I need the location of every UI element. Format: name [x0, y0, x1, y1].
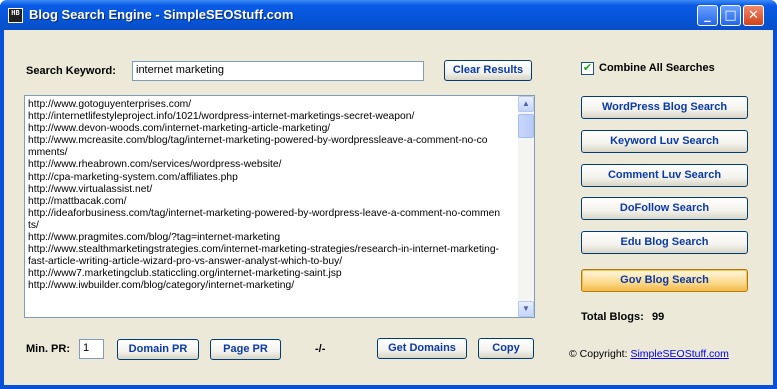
minimize-button[interactable]: _ [697, 5, 718, 26]
list-item[interactable]: http://www.mcreasite.com/blog/tag/intern… [28, 135, 518, 147]
list-item[interactable]: http://mattbacak.com/ [28, 196, 518, 208]
copyright-text: © Copyright: SimpleSEOStuff.com [569, 348, 729, 360]
list-item[interactable]: http://ideaforbusiness.com/tag/internet-… [28, 208, 518, 220]
page-pr-button[interactable]: Page PR [210, 339, 281, 360]
list-item[interactable]: http://cpa-marketing-system.com/affiliat… [28, 172, 518, 184]
list-item[interactable]: http://www.stealthmarketingstrategies.co… [28, 244, 518, 256]
combine-searches-checkbox[interactable]: ✔ [581, 62, 594, 75]
list-item[interactable]: fast-article-writing-article-wizard-pro-… [28, 256, 518, 268]
list-item[interactable]: http://www7.marketingclub.staticcling.or… [28, 268, 518, 280]
maximize-button[interactable]: □ [720, 5, 741, 26]
vertical-scrollbar[interactable]: ▲ ▼ [518, 96, 534, 317]
title-bar[interactable]: HB Blog Search Engine - SimpleSEOStuff.c… [0, 0, 777, 30]
list-item[interactable]: mments/ [28, 147, 518, 159]
copyright-link[interactable]: SimpleSEOStuff.com [630, 348, 728, 360]
wordpress-blog-search-button[interactable]: WordPress Blog Search [581, 96, 748, 119]
search-keyword-label: Search Keyword: [26, 65, 116, 77]
window-title: Blog Search Engine - SimpleSEOStuff.com [29, 7, 294, 22]
list-item[interactable]: http://www.iwbuilder.com/blog/category/i… [28, 280, 518, 292]
search-keyword-input[interactable]: internet marketing [132, 61, 424, 81]
scroll-up-icon[interactable]: ▲ [518, 96, 534, 112]
list-item[interactable]: http://www.gotoguyenterprises.com/ [28, 99, 518, 111]
app-icon: HB [8, 8, 23, 23]
list-item[interactable]: http://www.virtualassist.net/ [28, 184, 518, 196]
results-listbox[interactable]: http://www.gotoguyenterprises.com/http:/… [24, 95, 535, 318]
pr-status-text: -/- [315, 343, 326, 355]
get-domains-button[interactable]: Get Domains [377, 338, 467, 359]
client-area: Search Keyword: internet marketing Clear… [4, 30, 773, 385]
list-item[interactable]: ts/ [28, 220, 518, 232]
close-button[interactable]: ✕ [743, 5, 764, 26]
scroll-down-icon[interactable]: ▼ [518, 301, 534, 317]
comment-luv-search-button[interactable]: Comment Luv Search [581, 164, 748, 187]
list-item[interactable]: http://www.devon-woods.com/internet-mark… [28, 123, 518, 135]
domain-pr-button[interactable]: Domain PR [117, 339, 199, 360]
copy-button[interactable]: Copy [478, 338, 534, 359]
list-item[interactable]: http://www.pragmites.com/blog/?tag=inter… [28, 232, 518, 244]
combine-searches-label: Combine All Searches [599, 62, 715, 74]
scroll-thumb[interactable] [518, 114, 534, 138]
dofollow-search-button[interactable]: DoFollow Search [581, 197, 748, 220]
copyright-prefix: © Copyright: [569, 348, 628, 360]
keyword-luv-search-button[interactable]: Keyword Luv Search [581, 130, 748, 153]
min-pr-input[interactable]: 1 [79, 339, 104, 359]
min-pr-label: Min. PR: [26, 343, 70, 355]
app-window: HB Blog Search Engine - SimpleSEOStuff.c… [0, 0, 777, 389]
list-item[interactable]: http://www.rheabrown.com/services/wordpr… [28, 159, 518, 171]
total-blogs-value: 99 [652, 311, 665, 323]
gov-blog-search-button[interactable]: Gov Blog Search [581, 269, 748, 292]
clear-results-button[interactable]: Clear Results [444, 60, 532, 81]
results-list: http://www.gotoguyenterprises.com/http:/… [28, 99, 518, 293]
total-blogs-label: Total Blogs: [581, 311, 644, 323]
list-item[interactable]: http://internetlifestyleproject.info/102… [28, 111, 518, 123]
edu-blog-search-button[interactable]: Edu Blog Search [581, 231, 748, 254]
